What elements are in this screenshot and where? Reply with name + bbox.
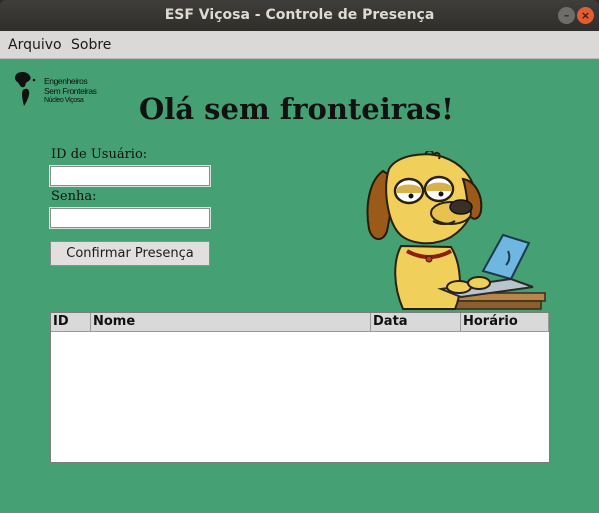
minimize-button[interactable]: –: [558, 7, 575, 24]
main-panel: Engenheiros Sem Fronteiras Núcleo Viçosa…: [0, 59, 599, 513]
attendance-table[interactable]: ID Nome Data Horário: [50, 312, 550, 463]
esf-logo: Engenheiros Sem Fronteiras Núcleo Viçosa: [12, 70, 104, 118]
logo-line-1: Engenheiros: [44, 76, 88, 86]
menu-sobre[interactable]: Sobre: [71, 37, 111, 53]
table-header: ID Nome Data Horário: [51, 313, 549, 332]
logo-line-3: Núcleo Viçosa: [44, 97, 84, 104]
column-header-nome[interactable]: Nome: [91, 313, 371, 332]
column-header-data[interactable]: Data: [371, 313, 461, 332]
logo-line-2: Sem Fronteiras: [44, 86, 97, 96]
password-label: Senha:: [51, 189, 97, 204]
user-id-input[interactable]: [49, 165, 211, 187]
user-id-label: ID de Usuário:: [51, 147, 148, 162]
column-header-id[interactable]: ID: [51, 313, 91, 332]
dog-laptop-illustration: [366, 151, 546, 310]
column-header-horario[interactable]: Horário: [461, 313, 549, 332]
window-titlebar: ESF Viçosa - Controle de Presença – ×: [0, 0, 599, 31]
menu-arquivo[interactable]: Arquivo: [8, 37, 62, 53]
globe-map-icon: [15, 72, 36, 106]
menubar: Arquivo Sobre: [0, 31, 599, 59]
close-button[interactable]: ×: [577, 7, 594, 24]
password-input[interactable]: [49, 207, 211, 229]
page-title: Olá sem fronteiras!: [139, 92, 454, 126]
confirm-presence-button[interactable]: Confirmar Presença: [50, 241, 210, 266]
window-title: ESF Viçosa - Controle de Presença: [164, 7, 435, 23]
